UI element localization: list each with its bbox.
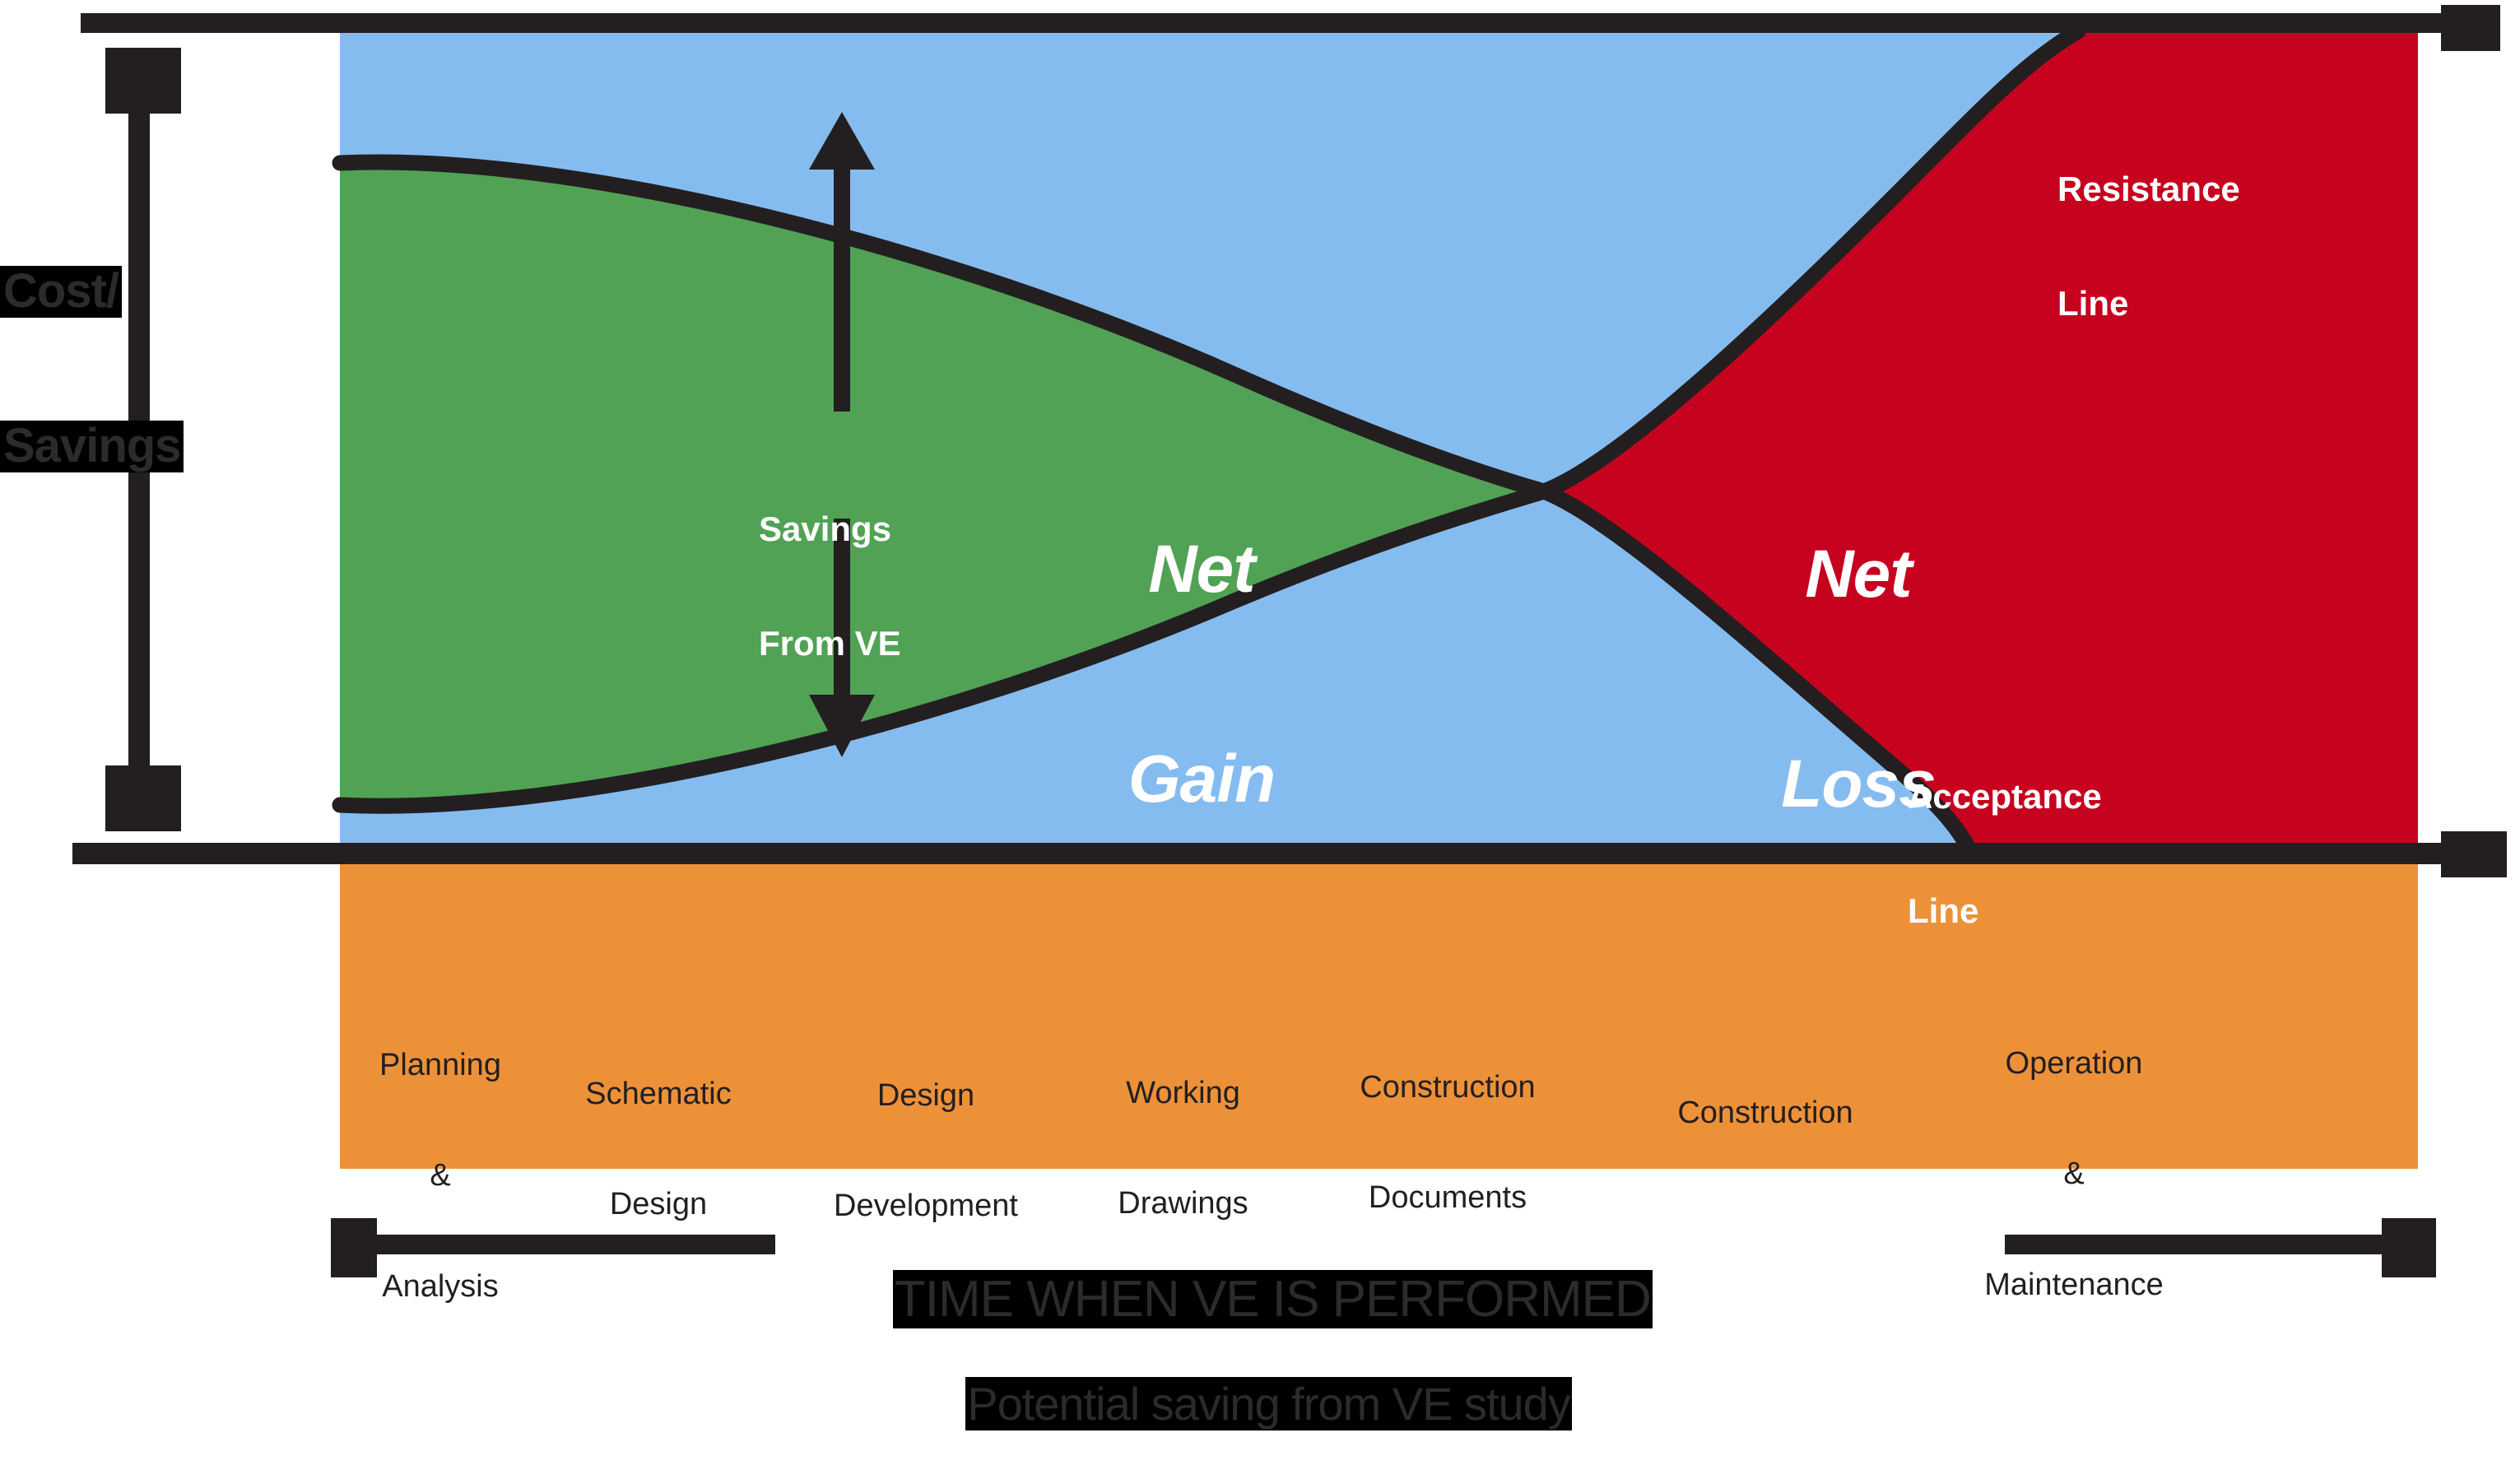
phase-label-planning-analysis: Planning & Analysis [346,973,535,1379]
phase-line1: Construction [1360,1069,1536,1105]
figure-caption-text: Potential saving from VE study [965,1377,1572,1431]
diagram-canvas: Cost/ Savings Savings From VE Net Gain N… [0,0,2520,1431]
phase-line3: Maintenance [1984,1267,2164,1302]
acceptance-line-text1: Acceptance [1908,777,2102,816]
acceptance-line-label: Acceptance Line [1908,702,2102,1007]
y-dimension-cap-top [105,48,181,114]
phase-line1: Planning [379,1047,501,1082]
phase-line3: Analysis [382,1268,499,1304]
phase-line1: Schematic [585,1076,732,1111]
net-gain-line1: Net [1148,531,1255,607]
resistance-line-text2: Line [2057,283,2129,323]
dimension-cap-top-right [2441,5,2500,51]
figure-caption: Potential saving from VE study [918,1324,1572,1484]
resistance-line-label: Resistance Line [2057,95,2240,399]
phase-line2: Design [609,1187,708,1222]
phase-line2: & [2063,1156,2085,1192]
phase-line1: Design [876,1077,975,1113]
top-axis-rule [81,13,2444,33]
net-loss-line1: Net [1805,536,1912,612]
phase-label-operation-maintenance: Operation & Maintenance [1938,971,2210,1377]
savings-from-ve-label: Savings From VE [759,435,901,739]
phase-label-construction: Construction [1630,1021,1901,1205]
x-axis-title-text: TIME WHEN VE IS PERFORMED [892,1270,1653,1328]
net-gain-label: Net Gain [1095,393,1309,955]
resistance-line-text1: Resistance [2057,170,2240,209]
y-axis-title-line1: Cost/ [0,266,122,318]
phase-line1: Construction [1677,1095,1853,1130]
net-gain-line2: Gain [1127,742,1276,817]
acceptance-line-text2: Line [1908,891,1979,930]
savings-from-ve-line2: From VE [759,623,901,663]
y-dimension-cap-bottom [105,765,181,831]
phase-line1: Operation [2005,1045,2143,1081]
phase-label-schematic-design: Schematic Design [556,1002,761,1297]
phase-line2: & [430,1158,451,1193]
dimension-cap-bottom-right [2441,831,2507,877]
y-axis-title: Cost/ Savings [0,163,184,575]
savings-from-ve-line1: Savings [759,509,892,549]
phase-line1: Working [1126,1075,1240,1110]
y-axis-title-line2: Savings [0,420,184,472]
